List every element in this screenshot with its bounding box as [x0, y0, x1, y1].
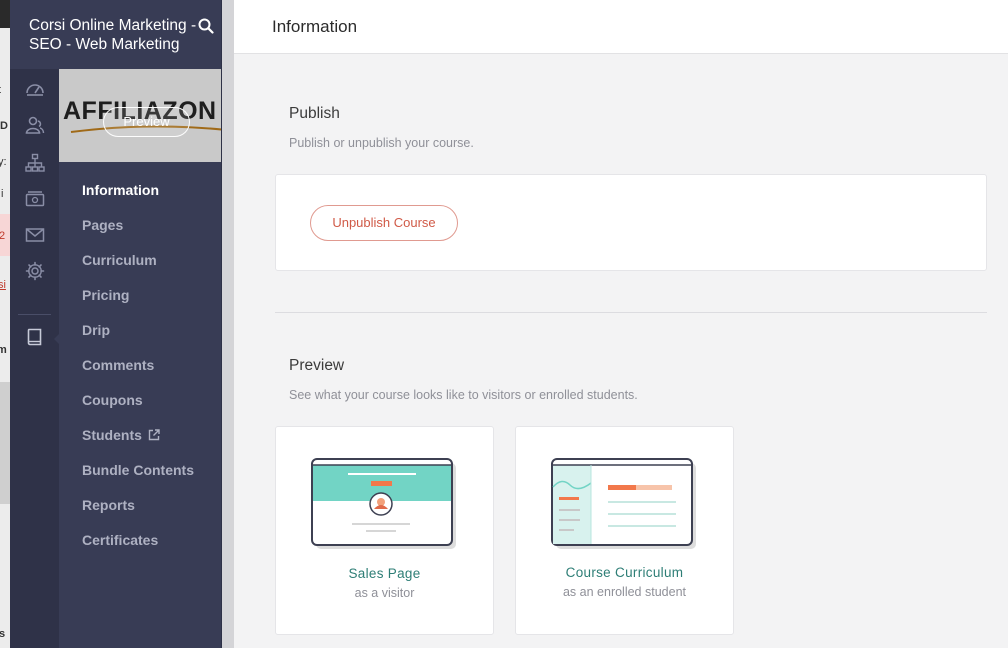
- course-curriculum-card-subtitle: as an enrolled student: [562, 585, 686, 599]
- nav-item-label: Students: [82, 427, 142, 443]
- sales-page-card-subtitle: as a visitor: [354, 586, 415, 600]
- money-icon[interactable]: [25, 189, 45, 209]
- background-text: m: [0, 344, 7, 356]
- section-divider: [275, 312, 987, 313]
- sitemap-icon[interactable]: [25, 153, 45, 173]
- nav-item-students[interactable]: Students: [82, 427, 160, 443]
- publish-section-title: Publish: [289, 105, 340, 122]
- sidebar-edge: [221, 0, 234, 648]
- nav-item-drip[interactable]: Drip: [82, 322, 110, 338]
- background-image: [0, 382, 10, 504]
- nav-item-information[interactable]: Information: [82, 182, 159, 198]
- background-text: 2: [0, 230, 6, 242]
- active-rail-pointer: [54, 333, 60, 345]
- sales-page-preview-card[interactable]: Sales Page as a visitor: [275, 426, 494, 635]
- publish-section-description: Publish or unpublish your course.: [289, 136, 474, 150]
- nav-item-reports[interactable]: Reports: [82, 497, 135, 513]
- background-topbar: [0, 0, 10, 28]
- book-icon[interactable]: [25, 327, 45, 347]
- nav-item-coupons[interactable]: Coupons: [82, 392, 143, 408]
- nav-item-pages[interactable]: Pages: [82, 217, 123, 233]
- nav-item-comments[interactable]: Comments: [82, 357, 154, 373]
- course-curriculum-illustration: [551, 458, 696, 549]
- background-page-strip: t D y: i 2 si m s: [0, 0, 10, 648]
- sales-page-illustration: [311, 458, 456, 549]
- school-title[interactable]: Corsi Online Marketing - SEO - Web Marke…: [29, 16, 204, 54]
- unpublish-course-button[interactable]: Unpublish Course: [310, 205, 458, 241]
- rail-divider: [18, 314, 51, 315]
- page-header: Information: [234, 0, 1008, 54]
- icon-rail: [10, 69, 60, 648]
- preview-section-description: See what your course looks like to visit…: [289, 388, 638, 402]
- background-text: s: [0, 628, 6, 640]
- search-icon[interactable]: [198, 18, 214, 34]
- nav-item-pricing[interactable]: Pricing: [82, 287, 129, 303]
- external-link-icon: [148, 429, 160, 441]
- users-icon[interactable]: [25, 115, 45, 135]
- background-text: t: [0, 84, 1, 96]
- preview-button[interactable]: Preview: [103, 107, 190, 137]
- nav-item-bundle-contents[interactable]: Bundle Contents: [82, 462, 194, 478]
- nav-item-certificates[interactable]: Certificates: [82, 532, 158, 548]
- page-title: Information: [272, 17, 358, 36]
- course-curriculum-card-title: Course Curriculum: [565, 565, 684, 580]
- background-text: D: [0, 120, 8, 132]
- dashboard-icon[interactable]: [25, 79, 45, 99]
- preview-section-title: Preview: [289, 357, 345, 374]
- background-text: si: [0, 279, 6, 291]
- background-text: y:: [0, 156, 7, 168]
- publish-card: Unpublish Course: [275, 174, 987, 271]
- gear-icon[interactable]: [25, 261, 45, 281]
- course-thumbnail[interactable]: AFFILIAZON Preview: [59, 69, 234, 162]
- mail-icon[interactable]: [25, 225, 45, 245]
- sales-page-card-title: Sales Page: [348, 566, 421, 581]
- nav-item-curriculum[interactable]: Curriculum: [82, 252, 157, 268]
- course-curriculum-preview-card[interactable]: Course Curriculum as an enrolled student: [515, 426, 734, 635]
- background-text: i: [1, 188, 4, 200]
